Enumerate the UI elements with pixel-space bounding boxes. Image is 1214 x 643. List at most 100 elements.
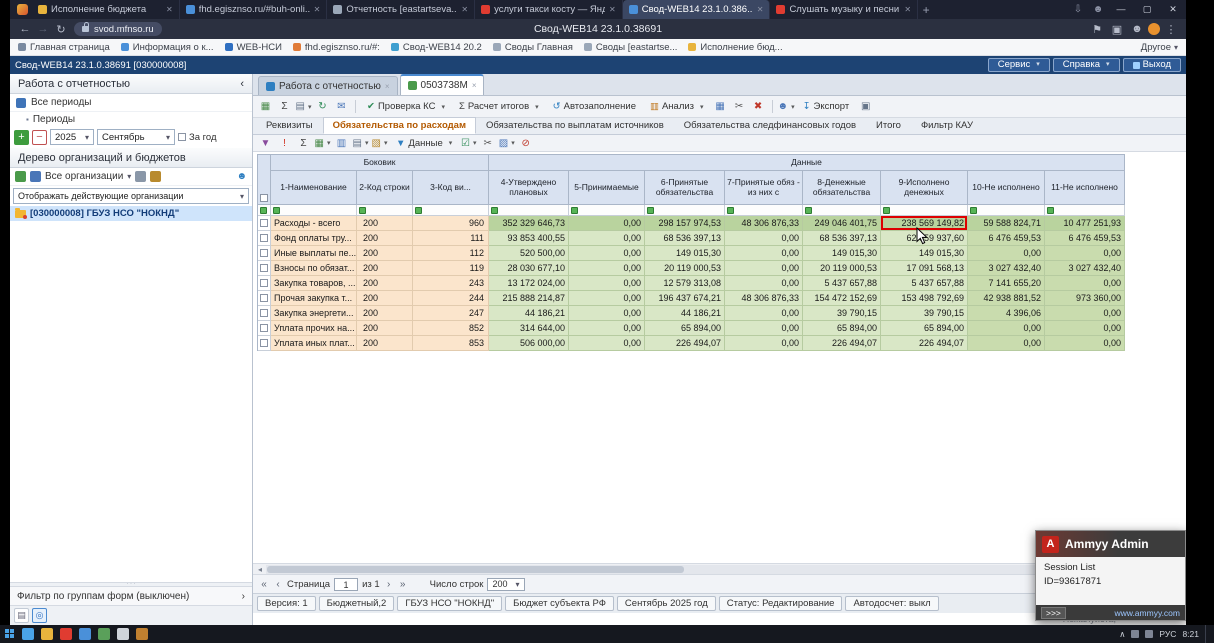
browser-tab[interactable]: Исполнение бюджета✕ [32, 0, 180, 19]
selected-organization[interactable]: [030000008] ГБУЗ НСО "НОКНД" [10, 206, 252, 221]
data-cell[interactable]: 13 172 024,00 [489, 276, 569, 291]
data-cell[interactable]: 0,00 [1045, 276, 1125, 291]
data-cell[interactable]: 200 [357, 276, 413, 291]
data-cell[interactable]: 196 437 674,21 [645, 291, 725, 306]
row-checkbox-cell[interactable] [258, 306, 271, 321]
data-cell[interactable]: 226 494,07 [803, 336, 881, 351]
palette-icon[interactable]: ▧ [371, 135, 388, 151]
form-tab[interactable]: Итого [866, 117, 911, 134]
tab-close-icon[interactable]: ✕ [166, 5, 173, 14]
bookmark-item[interactable]: Своды [eastartse... [584, 42, 678, 53]
sum-icon[interactable]: Σ [276, 99, 293, 115]
refresh-icon[interactable]: ↻ [314, 99, 331, 115]
column-header[interactable]: 2-Код строки [357, 171, 413, 205]
data-cell[interactable]: 4 396,06 [968, 306, 1045, 321]
data-cell[interactable]: 10 477 251,93 [1045, 216, 1125, 231]
show-desktop-button[interactable] [1205, 625, 1209, 643]
data-cell[interactable]: 154 472 152,69 [803, 291, 881, 306]
filter-cell[interactable] [413, 205, 489, 216]
data-cell[interactable]: 93 853 400,55 [489, 231, 569, 246]
profile-icon[interactable]: ☻ [1128, 23, 1146, 35]
filter-cell[interactable] [725, 205, 803, 216]
data-cell[interactable]: 20 119 000,53 [645, 261, 725, 276]
print-icon[interactable] [135, 171, 146, 182]
form-group-filter-row[interactable]: Фильтр по группам форм (выключен) › [10, 587, 252, 605]
row-checkbox[interactable] [260, 294, 268, 302]
row-name-cell[interactable]: Взносы по обязат... [271, 261, 357, 276]
scrollbar-thumb[interactable] [267, 566, 684, 573]
bookmark-item[interactable]: Своды Главная [493, 42, 573, 53]
column-header[interactable]: 8-Денежные обязательства [803, 171, 881, 205]
columns-icon[interactable]: ▥ [333, 135, 350, 151]
print-icon[interactable]: ▤ [295, 99, 312, 115]
analysis-button[interactable]: ▥Анализ [644, 98, 710, 116]
volume-icon[interactable] [1145, 630, 1153, 638]
tab-close-icon[interactable]: × [472, 81, 477, 90]
data-cell[interactable]: 17 091 568,13 [881, 261, 968, 276]
data-cell[interactable]: 0,00 [725, 231, 803, 246]
stop-icon[interactable]: ⊘ [517, 135, 534, 151]
data-cell[interactable]: 153 498 792,69 [881, 291, 968, 306]
bookmarks-more-button[interactable]: Другое ▾ [1141, 42, 1178, 53]
data-cell[interactable]: 0,00 [725, 306, 803, 321]
data-cell[interactable]: 44 186,21 [489, 306, 569, 321]
data-cell[interactable]: 6 476 459,53 [968, 231, 1045, 246]
taskbar-app-icon[interactable] [117, 628, 129, 640]
data-cell[interactable]: 244 [413, 291, 489, 306]
data-cell[interactable]: 7 141 655,20 [968, 276, 1045, 291]
row-checkbox-cell[interactable] [258, 336, 271, 351]
bookmark-item[interactable]: Информация о к... [121, 42, 214, 53]
data-cell[interactable]: 0,00 [569, 216, 645, 231]
data-cell[interactable]: 853 [413, 336, 489, 351]
form-tab[interactable]: Обязательства по выплатам источников [476, 117, 674, 134]
sum-icon[interactable]: Σ [295, 135, 312, 151]
row-name-cell[interactable]: Уплата прочих на... [271, 321, 357, 336]
data-cell[interactable]: 3 027 432,40 [968, 261, 1045, 276]
data-cell[interactable]: 119 [413, 261, 489, 276]
month-select[interactable]: Сентябрь▾ [97, 129, 175, 145]
page-input[interactable]: 1 [334, 578, 358, 591]
form-tab[interactable]: Обязательства следфинансовых годов [674, 117, 866, 134]
taskbar-app-icon[interactable] [136, 628, 148, 640]
browser-tab[interactable]: Свод-WEB14 23.1.0.386...✕ [623, 0, 771, 19]
service-menu-button[interactable]: Сервис [988, 58, 1050, 72]
scroll-left-icon[interactable]: ◂ [254, 565, 266, 574]
bookmark-item[interactable]: Свод-WEB14 20.2 [391, 42, 482, 53]
extensions-icon[interactable]: ▣ [1108, 23, 1126, 36]
scissors-icon[interactable]: ✂ [731, 99, 748, 115]
tree-icon[interactable] [15, 171, 26, 182]
browser-tab[interactable]: Слушать музыку и песни...✕ [770, 0, 918, 19]
rows-per-page-select[interactable]: 200 ▾ [487, 578, 524, 591]
data-cell[interactable]: 44 186,21 [645, 306, 725, 321]
filter-cell[interactable] [881, 205, 968, 216]
last-page-icon[interactable]: » [398, 579, 408, 590]
cells-icon[interactable]: ▨ [498, 135, 515, 151]
data-cell[interactable]: 0,00 [569, 246, 645, 261]
data-cell[interactable]: 112 [413, 246, 489, 261]
filter-cell[interactable] [645, 205, 725, 216]
ammyy-title-bar[interactable]: A Ammyy Admin [1036, 531, 1185, 557]
browser-tab[interactable]: услуги такси косту — Янд...✕ [475, 0, 623, 19]
data-cell[interactable]: 39 790,15 [803, 306, 881, 321]
data-cell[interactable]: 247 [413, 306, 489, 321]
browser-tab[interactable]: Отчетность [eastartseva...✕ [327, 0, 475, 19]
column-header[interactable]: 11-Не исполнено [1045, 171, 1125, 205]
check-ks-button[interactable]: ✔Проверка КС [361, 98, 451, 116]
table-icon[interactable]: ▦ [712, 99, 729, 115]
tab-close-icon[interactable]: ✕ [461, 5, 468, 14]
prev-page-icon[interactable]: ‹ [273, 579, 283, 590]
merge-icon[interactable]: ▦ [314, 135, 331, 151]
row-name-cell[interactable]: Прочая закупка т... [271, 291, 357, 306]
taskbar-app-icon[interactable] [41, 628, 53, 640]
data-cell[interactable]: 200 [357, 216, 413, 231]
bookmark-item[interactable]: fhd.egisznso.ru/#: [293, 42, 380, 53]
data-menu-button[interactable]: ▼Данные [390, 134, 458, 152]
filter-cell[interactable] [569, 205, 645, 216]
forward-icon[interactable]: → [34, 23, 52, 35]
data-cell[interactable]: 5 437 657,88 [803, 276, 881, 291]
document-tab[interactable]: Работа с отчетностью× [258, 76, 398, 95]
form-tab[interactable]: Реквизиты [256, 117, 323, 134]
data-cell[interactable]: 68 536 397,13 [645, 231, 725, 246]
data-cell[interactable]: 200 [357, 231, 413, 246]
column-header[interactable]: 10-Не исполнено [968, 171, 1045, 205]
